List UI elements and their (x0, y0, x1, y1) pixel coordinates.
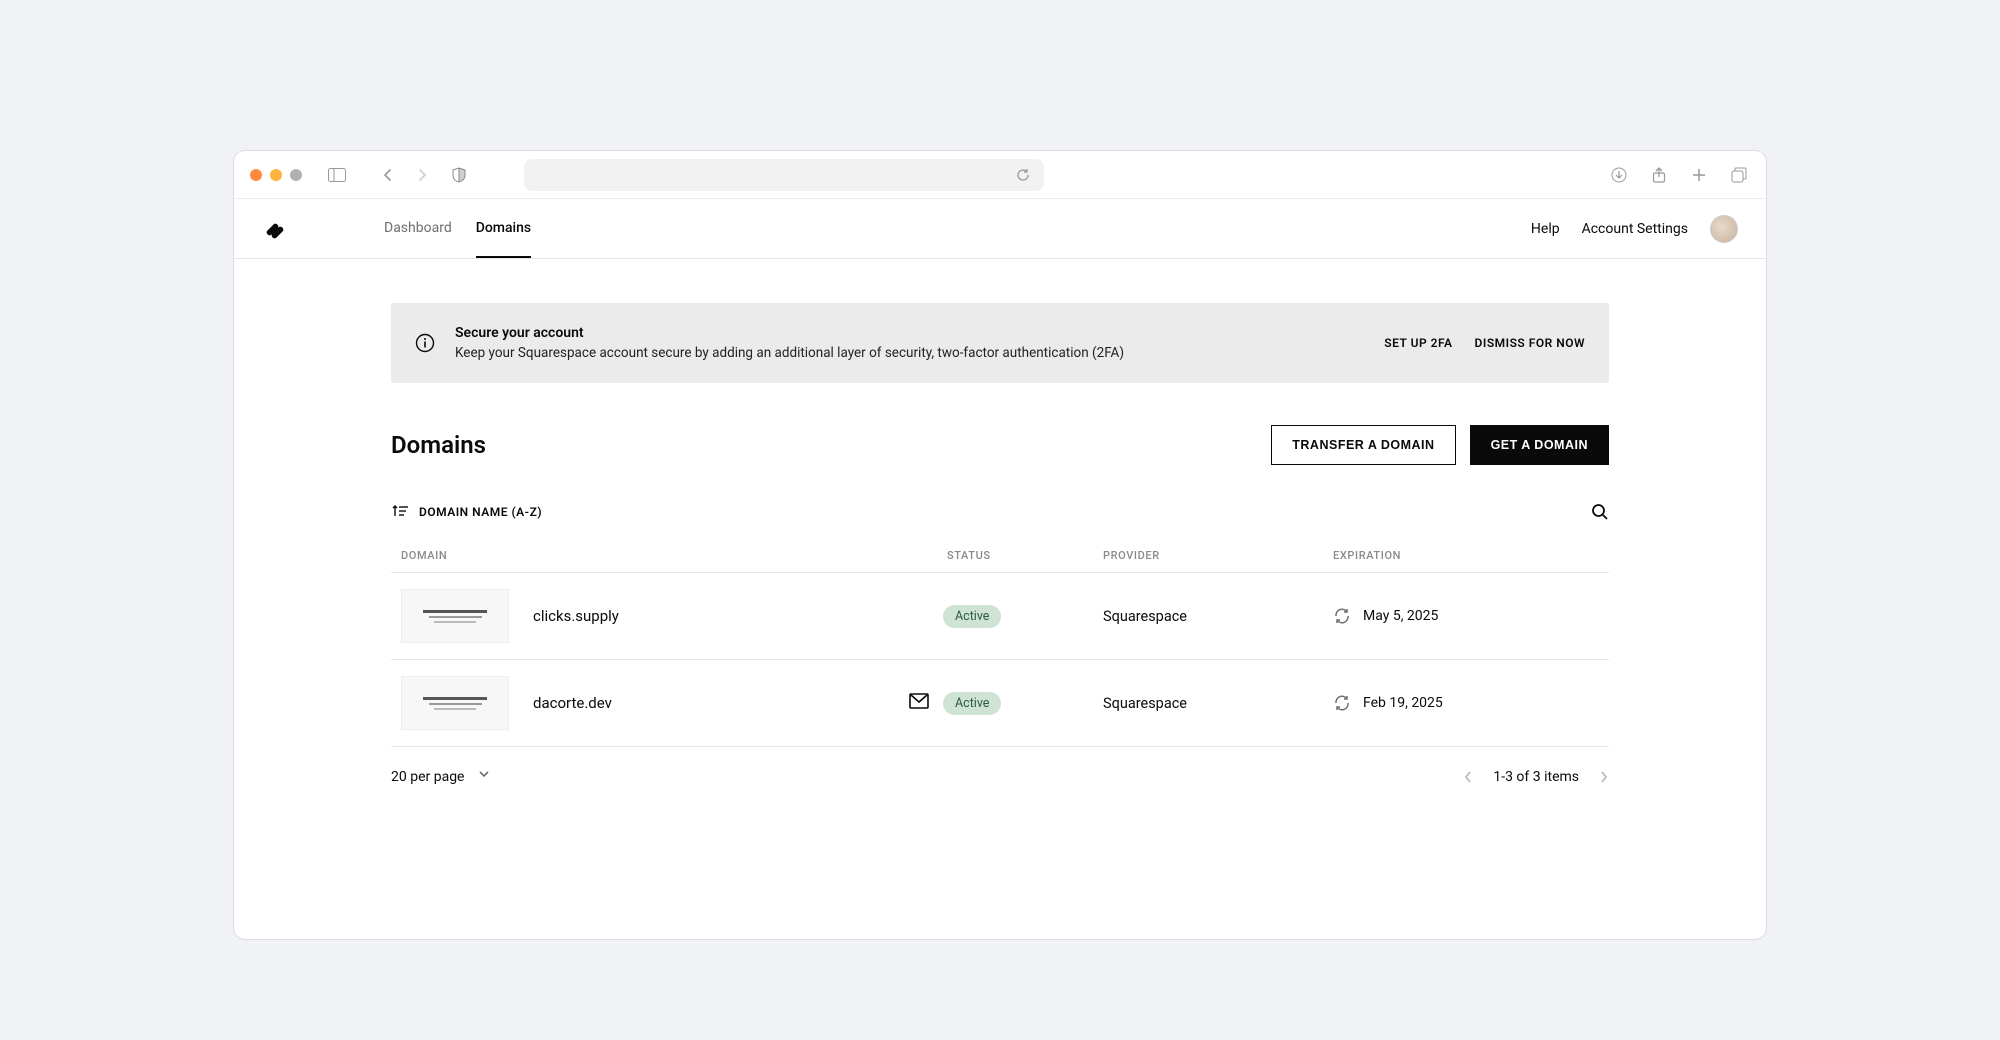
chevron-down-icon (478, 770, 492, 784)
domain-name: dacorte.dev (533, 694, 612, 712)
status-badge: Active (943, 605, 1001, 628)
provider-value: Squarespace (1103, 608, 1333, 625)
table-body: clicks.supply Active Squarespace May 5, 202… (391, 573, 1609, 747)
table-row[interactable]: clicks.supply Active Squarespace May 5, 202… (391, 573, 1609, 660)
sidebar-toggle-icon[interactable] (326, 164, 348, 186)
auto-renew-icon (1333, 607, 1351, 625)
pagination-count: 1-3 of 3 items (1493, 769, 1579, 785)
account-settings-link[interactable]: Account Settings (1582, 221, 1688, 237)
tabs-icon[interactable] (1728, 164, 1750, 186)
expiration-value: May 5, 2025 (1363, 608, 1438, 624)
sort-label[interactable]: DOMAIN NAME (A-Z) (419, 505, 542, 519)
squarespace-logo-icon[interactable] (262, 216, 288, 242)
transfer-domain-button[interactable]: TRANSFER A DOMAIN (1271, 425, 1455, 465)
per-page-select[interactable]: 20 per page (391, 769, 492, 785)
info-icon (415, 333, 435, 353)
download-icon[interactable] (1608, 164, 1630, 186)
help-link[interactable]: Help (1531, 221, 1560, 237)
mail-icon (909, 693, 929, 713)
back-icon[interactable] (376, 164, 398, 186)
share-icon[interactable] (1648, 164, 1670, 186)
th-status: STATUS (947, 549, 1103, 562)
traffic-lights (250, 169, 302, 181)
page-title: Domains (391, 431, 486, 459)
app-header: Dashboard Domains Help Account Settings (234, 199, 1766, 259)
auto-renew-icon (1333, 694, 1351, 712)
expiration-value: Feb 19, 2025 (1363, 695, 1443, 711)
content: Secure your account Keep your Squarespac… (234, 259, 1766, 939)
th-provider: PROVIDER (1103, 549, 1333, 562)
browser-chrome (234, 151, 1766, 199)
th-expiration: EXPIRATION (1333, 549, 1609, 562)
prev-page-icon[interactable] (1463, 770, 1473, 784)
banner-title: Secure your account (455, 325, 1364, 341)
search-icon[interactable] (1591, 503, 1609, 521)
nav-domains[interactable]: Domains (476, 199, 531, 258)
reload-icon[interactable] (1012, 164, 1034, 186)
get-domain-button[interactable]: GET A DOMAIN (1470, 425, 1609, 465)
new-tab-icon[interactable] (1688, 164, 1710, 186)
table-header: DOMAIN STATUS PROVIDER EXPIRATION (391, 539, 1609, 573)
minimize-window-dot[interactable] (270, 169, 282, 181)
nav-dashboard[interactable]: Dashboard (384, 199, 452, 258)
shield-icon[interactable] (448, 164, 470, 186)
th-domain: DOMAIN (391, 549, 947, 562)
site-thumbnail (401, 676, 509, 730)
site-thumbnail (401, 589, 509, 643)
pagination-row: 20 per page 1-3 of 3 items (391, 769, 1609, 785)
main-nav: Dashboard Domains (384, 199, 531, 258)
per-page-label: 20 per page (391, 769, 464, 785)
browser-window: Dashboard Domains Help Account Settings … (233, 150, 1767, 940)
table-row[interactable]: dacorte.dev Active Squarespace Feb 19, 2025 (391, 660, 1609, 747)
banner-description: Keep your Squarespace account secure by … (455, 345, 1364, 361)
provider-value: Squarespace (1103, 695, 1333, 712)
status-badge: Active (943, 692, 1001, 715)
next-page-icon[interactable] (1599, 770, 1609, 784)
domain-name: clicks.supply (533, 607, 619, 625)
avatar[interactable] (1710, 215, 1738, 243)
forward-icon[interactable] (412, 164, 434, 186)
dismiss-banner-button[interactable]: DISMISS FOR NOW (1475, 336, 1585, 350)
sort-icon[interactable] (391, 503, 409, 521)
close-window-dot[interactable] (250, 169, 262, 181)
maximize-window-dot[interactable] (290, 169, 302, 181)
setup-2fa-button[interactable]: SET UP 2FA (1384, 336, 1452, 350)
security-banner: Secure your account Keep your Squarespac… (391, 303, 1609, 383)
url-bar[interactable] (524, 159, 1044, 191)
